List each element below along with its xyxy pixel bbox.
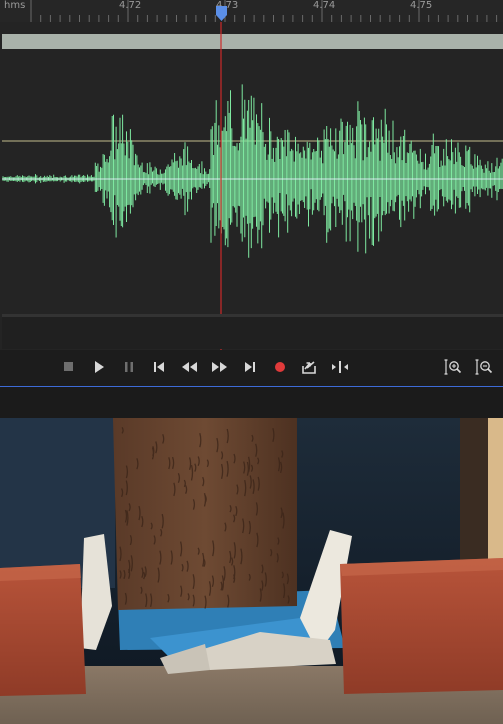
export-icon — [302, 361, 316, 374]
playhead-handle[interactable] — [215, 5, 228, 22]
play-button[interactable] — [87, 356, 111, 378]
zoom-out-button[interactable] — [472, 356, 496, 378]
stop-icon — [64, 362, 73, 371]
waveform-display[interactable] — [0, 22, 503, 350]
stop-button[interactable] — [57, 356, 81, 378]
transport-bar — [0, 350, 503, 387]
split-icon — [332, 361, 348, 373]
ruler-unit-label: hms — [4, 0, 26, 11]
skip-forward-icon — [245, 362, 255, 372]
video-frame — [0, 418, 503, 724]
rewind-button[interactable] — [178, 356, 202, 378]
waveform-trace — [2, 84, 503, 258]
zoom-in-button[interactable] — [441, 356, 465, 378]
play-icon — [95, 361, 104, 373]
skip-back-button[interactable] — [147, 356, 171, 378]
fast-forward-button[interactable] — [207, 356, 231, 378]
timeline-ruler[interactable]: hms 4.72 4.73 4.74 4.75 — [0, 0, 503, 23]
divider-gap — [0, 387, 503, 418]
pause-icon — [125, 362, 133, 372]
pause-button[interactable] — [117, 356, 141, 378]
skip-forward-button[interactable] — [238, 356, 262, 378]
waveform-panel[interactable] — [0, 22, 503, 350]
record-icon — [275, 362, 285, 372]
fast-forward-icon — [212, 362, 227, 372]
ruler-tick-label: 4.75 — [410, 0, 433, 11]
ruler-tick-label: 4.72 — [119, 0, 142, 11]
skip-back-icon — [154, 362, 164, 372]
zoom-out-icon — [475, 359, 493, 375]
export-button[interactable] — [297, 356, 321, 378]
rewind-icon — [182, 362, 197, 372]
split-button[interactable] — [328, 356, 352, 378]
track-lane — [2, 314, 503, 349]
zoom-in-icon — [444, 359, 462, 375]
record-button[interactable] — [268, 356, 292, 378]
ruler-tick-label: 4.74 — [313, 0, 336, 11]
